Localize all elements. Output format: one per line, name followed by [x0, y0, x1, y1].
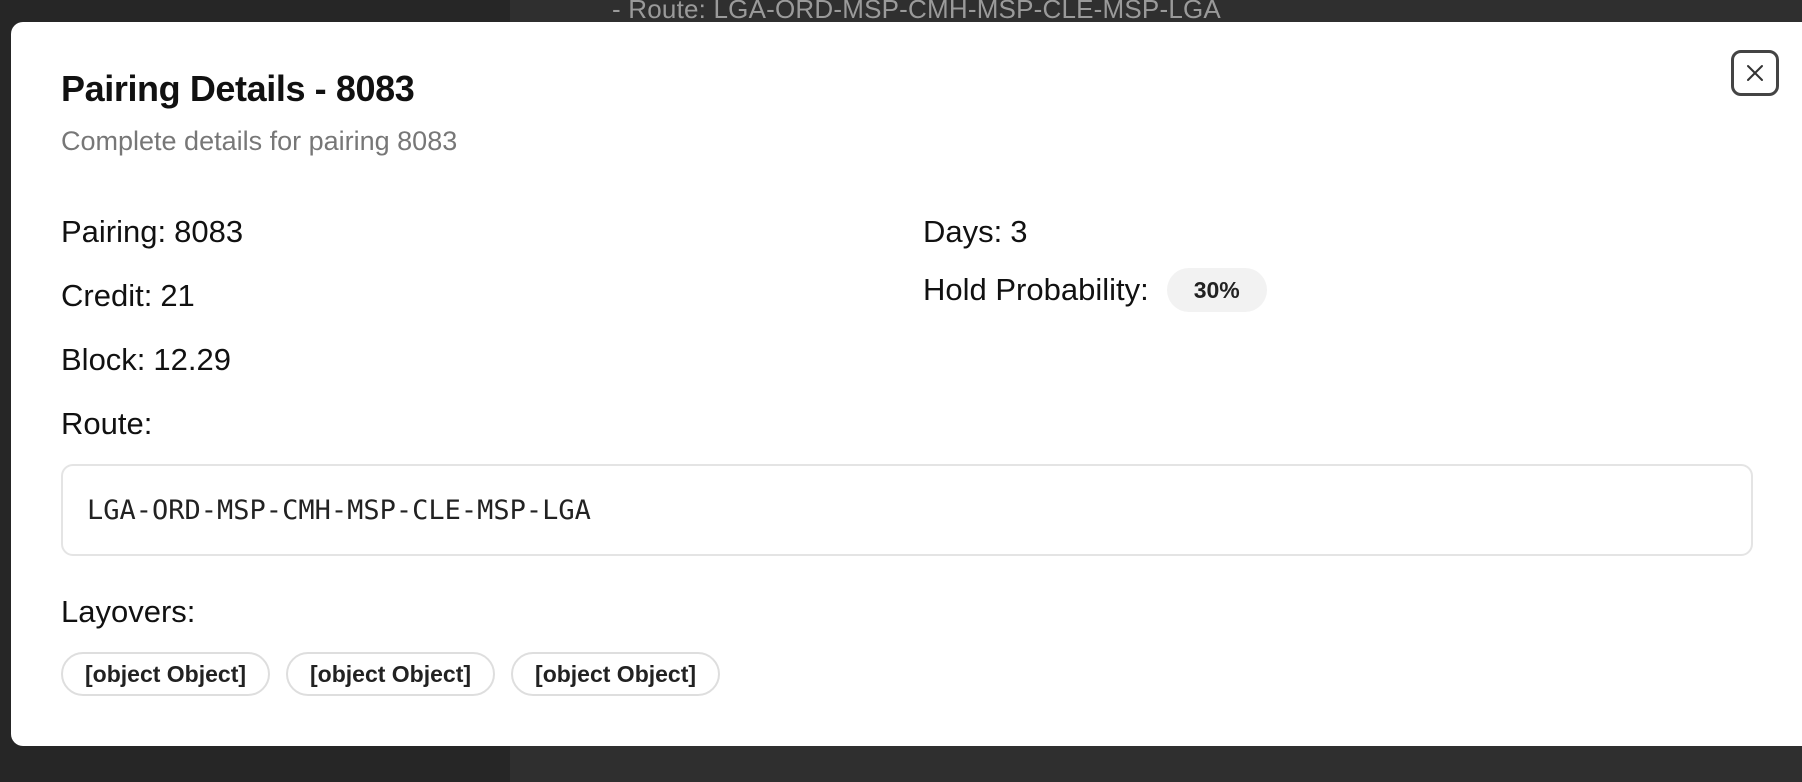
- route-display: LGA-ORD-MSP-CMH-MSP-CLE-MSP-LGA: [61, 464, 1753, 556]
- pairing-details-dialog: Pairing Details - 8083 Complete details …: [11, 22, 1802, 746]
- layovers-label: Layovers:: [61, 594, 196, 629]
- hold-probability-label: Hold Probability:: [923, 272, 1149, 307]
- credit-value: 21: [160, 278, 195, 313]
- hold-probability-field: Hold Probability: 30%: [923, 268, 1267, 312]
- hold-probability-badge: 30%: [1166, 268, 1267, 312]
- days-value: 3: [1010, 214, 1028, 249]
- layover-chip: [object Object]: [286, 652, 496, 696]
- dialog-subtitle: Complete details for pairing 8083: [61, 126, 458, 156]
- block-field: Block: 12.29: [61, 342, 231, 378]
- block-label: Block:: [61, 342, 146, 377]
- pairing-field: Pairing: 8083: [61, 214, 243, 250]
- pairing-value: 8083: [174, 214, 244, 249]
- layovers-list: [object Object] [object Object] [object …: [61, 652, 721, 696]
- credit-label: Credit:: [61, 278, 153, 313]
- layover-chip: [object Object]: [61, 652, 271, 696]
- layover-chip: [object Object]: [511, 652, 721, 696]
- credit-field: Credit: 21: [61, 278, 195, 314]
- close-button[interactable]: [1731, 50, 1779, 96]
- pairing-label: Pairing:: [61, 214, 167, 249]
- block-value: 12.29: [153, 342, 231, 377]
- dialog-title: Pairing Details - 8083: [61, 68, 415, 109]
- days-field: Days: 3: [923, 214, 1028, 250]
- route-label: Route:: [61, 406, 153, 441]
- days-label: Days:: [923, 214, 1003, 249]
- close-icon: [1743, 61, 1767, 85]
